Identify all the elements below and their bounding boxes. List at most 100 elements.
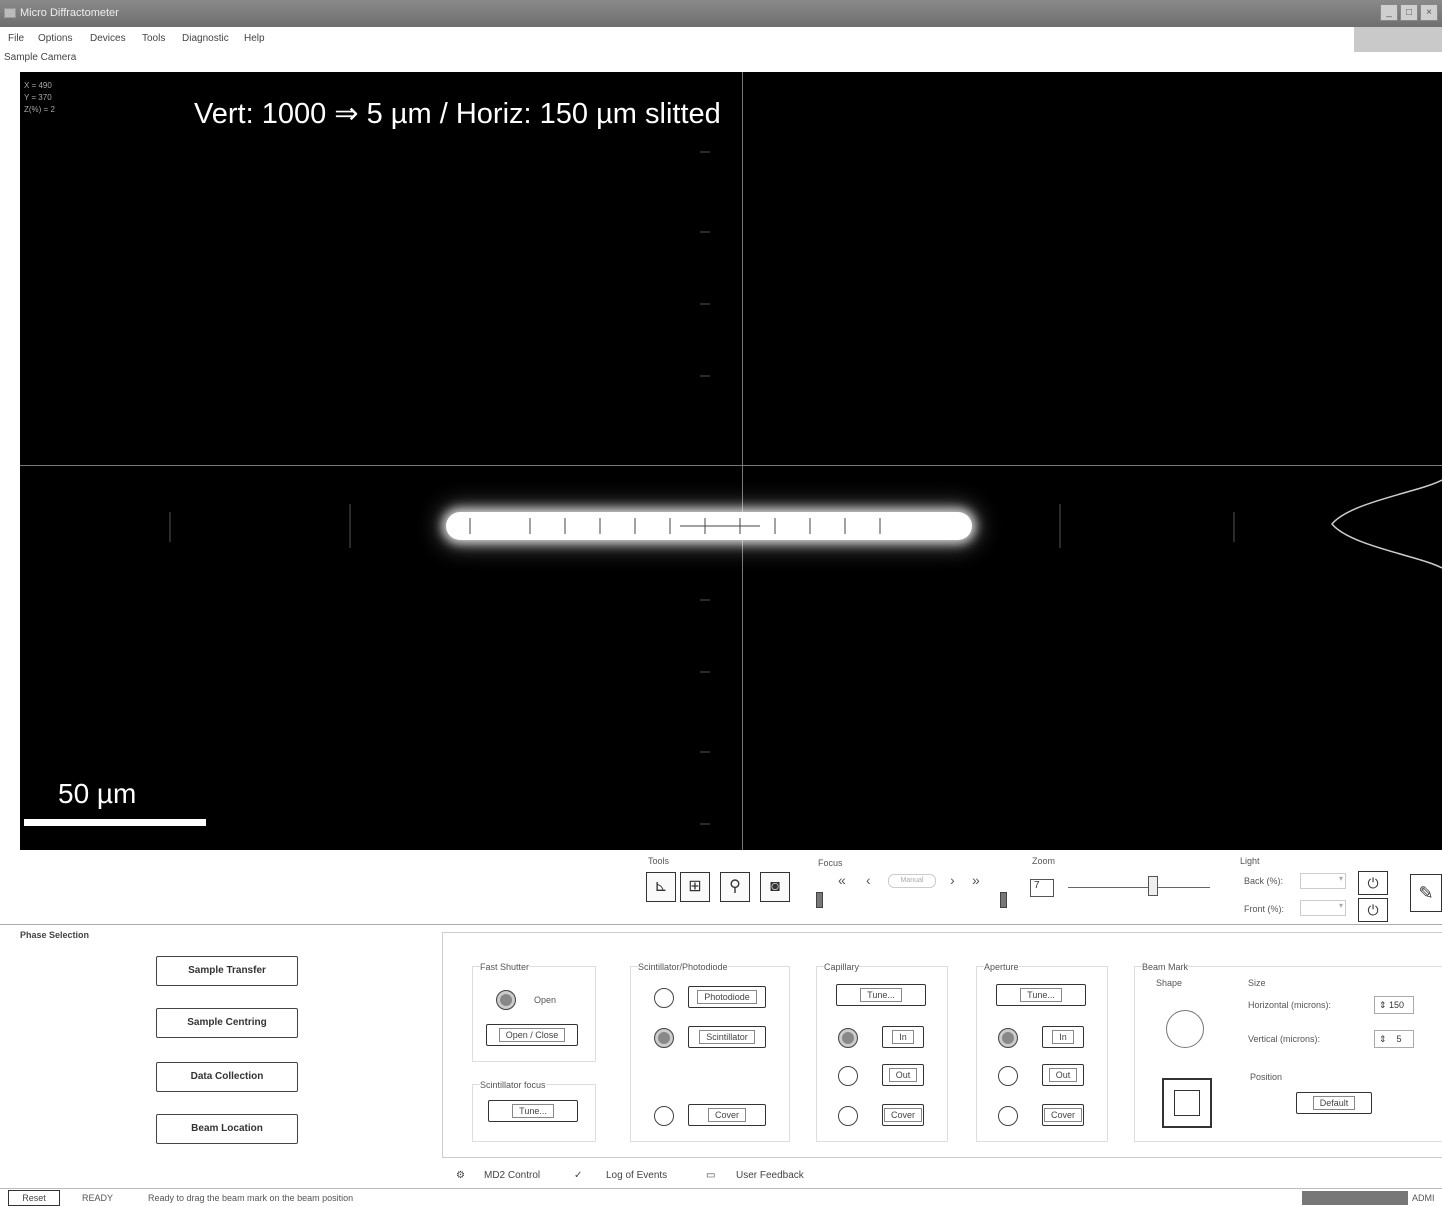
scint-cover-indicator — [654, 1106, 674, 1126]
minimize-icon[interactable]: _ — [1380, 4, 1398, 21]
capillary-in-indicator — [838, 1028, 858, 1048]
focus-right-button[interactable]: › — [950, 872, 955, 888]
capillary-out-label: Out — [888, 1068, 918, 1082]
light-label: Light — [1240, 856, 1260, 866]
focus-input[interactable]: Manual — [888, 874, 936, 888]
light-settings-button[interactable]: ✎ — [1410, 874, 1442, 912]
aperture-cover-label: Cover — [1043, 1108, 1082, 1122]
scint-cover-button[interactable]: Cover — [688, 1104, 766, 1126]
menu-bar: File Options Devices Tools Diagnostic He… — [0, 27, 1442, 52]
window-title: Micro Diffractometer — [20, 7, 119, 19]
tab-md2-control[interactable]: MD2 Control — [484, 1170, 540, 1181]
capillary-cover-indicator — [838, 1106, 858, 1126]
horizontal-size-label: Horizontal (microns): — [1248, 1000, 1332, 1010]
focus-label: Focus — [818, 858, 843, 868]
tool-snapshot[interactable]: ◙ — [760, 872, 790, 902]
open-close-button[interactable]: Open / Close — [486, 1024, 578, 1046]
menu-devices[interactable]: Devices — [90, 33, 126, 44]
tab-log-of-events[interactable]: Log of Events — [606, 1170, 667, 1181]
sample-centring-button[interactable]: Sample Centring — [156, 1008, 298, 1038]
aperture-cover-button[interactable]: Cover — [1042, 1104, 1084, 1126]
capillary-tune-label: Tune... — [860, 988, 902, 1002]
capillary-cover-button[interactable]: Cover — [882, 1104, 924, 1126]
tools-label: Tools — [648, 856, 670, 866]
scint-photodiode-title: Scintillator/Photodiode — [638, 962, 728, 972]
fast-shutter-title: Fast Shutter — [480, 962, 530, 972]
sample-transfer-button[interactable]: Sample Transfer — [156, 956, 298, 986]
status-bar: Reset READY Ready to drag the beam mark … — [0, 1188, 1442, 1206]
horizontal-size-spinner[interactable]: ⇕ 150 — [1374, 996, 1414, 1014]
zoom-value[interactable]: 7 — [1030, 879, 1054, 897]
aperture-title: Aperture — [984, 962, 1019, 972]
back-light-select[interactable]: ▾ — [1300, 873, 1346, 889]
photodiode-button[interactable]: Photodiode — [688, 986, 766, 1008]
back-light-label: Back (%): — [1244, 876, 1284, 886]
front-light-power-button[interactable]: ⏻ — [1358, 898, 1388, 922]
tool-grid[interactable]: ⊞ — [680, 872, 710, 902]
scintillator-label: Scintillator — [699, 1030, 755, 1044]
scale-bar-label: 50 µm — [58, 778, 137, 809]
reset-button[interactable]: Reset — [8, 1190, 60, 1206]
aperture-in-label: In — [1052, 1030, 1074, 1044]
menu-options[interactable]: Options — [38, 33, 72, 44]
menu-help[interactable]: Help — [244, 33, 265, 44]
data-collection-button[interactable]: Data Collection — [156, 1062, 298, 1092]
aperture-out-indicator — [998, 1066, 1018, 1086]
menu-tools[interactable]: Tools — [142, 33, 165, 44]
close-icon[interactable]: × — [1420, 4, 1438, 21]
camera-label: Sample Camera — [4, 52, 77, 63]
default-position-label: Default — [1312, 1096, 1356, 1110]
chart-icon: ⊾ — [654, 878, 668, 895]
status-progress — [1302, 1191, 1408, 1205]
back-light-power-button[interactable]: ⏻ — [1358, 871, 1388, 895]
md2-control-tab-icon: ⚙ — [456, 1170, 465, 1181]
scint-focus-tune-button[interactable]: Tune... — [488, 1100, 578, 1122]
capillary-cover-label: Cover — [883, 1108, 922, 1122]
focus-min-marker — [816, 892, 823, 908]
zoom-slider-track[interactable] — [1068, 887, 1210, 888]
zoom-slider-thumb[interactable] — [1148, 876, 1159, 896]
tool-beam-profile[interactable]: ⊾ — [646, 872, 676, 902]
rectangle-shape-button[interactable] — [1162, 1078, 1212, 1128]
tool-measure[interactable]: ⚲ — [720, 872, 750, 902]
window-controls: _ □ × — [1380, 4, 1438, 21]
capillary-out-button[interactable]: Out — [882, 1064, 924, 1086]
power-icon: ⏻ — [1367, 902, 1379, 918]
sample-camera-view[interactable]: X = 490 Y = 370 Z(%) = 2 Vert: 1000 ⇒ 5 … — [20, 72, 1442, 850]
section-divider — [0, 924, 1442, 925]
bulb-icon: ✎ — [1418, 883, 1434, 903]
camera-icon: ◙ — [770, 878, 780, 895]
tab-user-feedback[interactable]: User Feedback — [736, 1170, 804, 1181]
menu-file[interactable]: File — [8, 33, 24, 44]
feedback-tab-icon: ▭ — [706, 1170, 716, 1181]
vertical-size-label: Vertical (microns): — [1248, 1034, 1321, 1044]
ellipse-shape-button[interactable] — [1166, 1010, 1204, 1048]
capillary-in-label: In — [892, 1030, 914, 1044]
photodiode-label: Photodiode — [697, 990, 757, 1004]
fast-shutter-status: Open — [534, 995, 557, 1005]
beam-profile-overlay — [169, 151, 1442, 825]
focus-fast-right-button[interactable]: » — [972, 872, 980, 888]
capillary-in-button[interactable]: In — [882, 1026, 924, 1048]
app-icon — [4, 8, 16, 18]
default-position-button[interactable]: Default — [1296, 1092, 1372, 1114]
aperture-in-button[interactable]: In — [1042, 1026, 1084, 1048]
title-bar: Micro Diffractometer _ □ × — [0, 0, 1442, 27]
front-light-select[interactable]: ▾ — [1300, 900, 1346, 916]
scintillator-button[interactable]: Scintillator — [688, 1026, 766, 1048]
focus-fast-left-button[interactable]: « — [838, 872, 846, 888]
aperture-out-button[interactable]: Out — [1042, 1064, 1084, 1086]
scint-focus-title: Scintillator focus — [480, 1080, 546, 1090]
measure-icon: ⚲ — [729, 878, 741, 895]
zoom-label: Zoom — [1032, 856, 1056, 866]
beam-mark-position-label: Position — [1250, 1072, 1283, 1082]
beam-location-button[interactable]: Beam Location — [156, 1114, 298, 1144]
maximize-icon[interactable]: □ — [1400, 4, 1418, 21]
menu-diagnostic[interactable]: Diagnostic — [182, 33, 229, 44]
status-state: READY — [82, 1193, 114, 1203]
vertical-size-spinner[interactable]: ⇕ 5 — [1374, 1030, 1414, 1048]
aperture-tune-button[interactable]: Tune... — [996, 984, 1086, 1006]
power-icon: ⏻ — [1367, 875, 1379, 891]
focus-left-button[interactable]: ‹ — [866, 872, 871, 888]
capillary-tune-button[interactable]: Tune... — [836, 984, 926, 1006]
